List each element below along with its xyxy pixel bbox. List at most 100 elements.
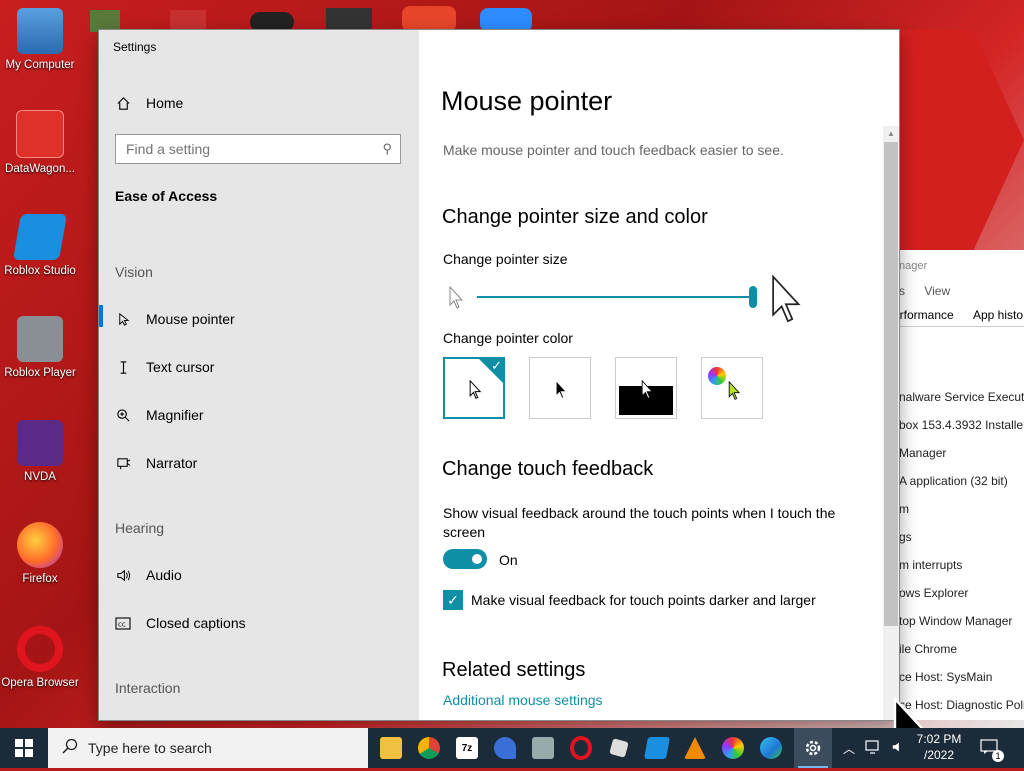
nav-magnifier[interactable]: Magnifier (115, 399, 204, 431)
tab-performance[interactable]: erformance (893, 308, 954, 322)
taskbar-app[interactable] (714, 728, 752, 768)
desktop-icon-label: DataWagon... (5, 163, 75, 175)
taskbar-app[interactable] (486, 728, 524, 768)
pointer-section-heading: Change pointer size and color (442, 206, 708, 228)
scrollbar-thumb[interactable] (884, 142, 898, 626)
start-button[interactable] (0, 728, 48, 768)
taskbar-clock[interactable]: 7:02 PM /2022 (908, 731, 970, 763)
taskbar-edge[interactable] (752, 728, 790, 768)
search-icon (62, 738, 78, 759)
speaker-icon (115, 567, 131, 583)
menu-item[interactable]: s (899, 284, 905, 298)
desktop-icon-my-computer[interactable]: My Computer (0, 8, 80, 72)
taskbar-opera[interactable] (562, 728, 600, 768)
desktop-icon-datawagon[interactable]: DataWagon... (0, 110, 80, 176)
task-manager-window[interactable]: nager s View erformance App histo nalwar… (888, 250, 1024, 720)
pointer-color-custom-option[interactable] (701, 357, 763, 419)
movie-icon[interactable] (326, 8, 372, 32)
app-icon (722, 737, 744, 759)
firefox-icon (17, 522, 63, 568)
taskbar-app[interactable] (524, 728, 562, 768)
additional-mouse-settings-link[interactable]: Additional mouse settings (443, 692, 603, 708)
scroll-up-arrow-icon[interactable]: ▲ (883, 126, 899, 142)
desktop-icon-label: Roblox Studio (4, 265, 76, 277)
nav-narrator-label: Narrator (146, 455, 198, 471)
winrar-icon[interactable] (170, 10, 206, 32)
toggle-state-label: On (499, 552, 518, 568)
magnifier-icon (115, 407, 131, 423)
computer-icon (17, 8, 63, 54)
nav-audio[interactable]: Audio (115, 559, 182, 591)
touch-feedback-toggle[interactable] (443, 549, 487, 569)
task-manager-menu: s View (899, 284, 966, 298)
desktop-icon-roblox-player[interactable]: Roblox Player (0, 316, 80, 380)
process-row[interactable]: nalware Service Executa (899, 390, 1024, 404)
process-row[interactable]: gs (899, 530, 912, 544)
nav-narrator[interactable]: Narrator (115, 447, 197, 479)
network-icon[interactable] (865, 739, 881, 757)
taskbar-vlc[interactable] (676, 728, 714, 768)
menu-item-view[interactable]: View (924, 284, 950, 298)
desktop-icon-nvda[interactable]: NVDA (0, 420, 80, 484)
pointer-color-inverted-option[interactable] (615, 357, 677, 419)
process-row[interactable]: A application (32 bit) (899, 474, 1008, 488)
system-tray: ︿ (838, 728, 910, 768)
white-pointer-icon (469, 379, 483, 403)
action-center-button[interactable]: 1 (980, 728, 1004, 768)
desktop-icon-roblox-studio[interactable]: Roblox Studio (0, 214, 80, 278)
roblox-studio-icon (12, 214, 68, 260)
pointer-size-slider-thumb[interactable] (749, 286, 757, 308)
desktop-icon-firefox[interactable]: Firefox (0, 522, 80, 586)
nav-home[interactable]: Home (115, 87, 183, 119)
nav-text-cursor[interactable]: Text cursor (115, 351, 214, 383)
process-row[interactable]: box 153.4.3932 Installer ( (899, 418, 1024, 432)
process-row[interactable]: ows Explorer (899, 586, 968, 600)
pointer-color-white-option[interactable]: ✓ (443, 357, 505, 419)
find-setting-search[interactable]: ⚲ (115, 134, 401, 164)
process-row[interactable]: ile Chrome (899, 642, 957, 656)
taskbar-roblox-studio[interactable] (638, 728, 676, 768)
taskbar-chrome[interactable] (410, 728, 448, 768)
text-cursor-icon (115, 359, 131, 375)
taskbar-settings[interactable] (794, 728, 832, 768)
touch-feedback-description: Show visual feedback around the touch po… (443, 505, 836, 540)
large-pointer-icon (771, 274, 805, 329)
app-icon (532, 737, 554, 759)
pointer-color-black-option[interactable] (529, 357, 591, 419)
process-row[interactable]: top Window Manager (899, 614, 1012, 628)
home-icon (115, 95, 131, 111)
darker-feedback-checkbox[interactable]: ✓ (443, 590, 463, 610)
app-icon[interactable] (90, 10, 120, 32)
notification-icon: 1 (980, 738, 1004, 762)
taskbar-roblox[interactable] (600, 728, 638, 768)
chevron-up-icon[interactable]: ︿ (843, 740, 855, 757)
color-wheel-icon (708, 367, 726, 385)
nav-mouse-pointer-label: Mouse pointer (146, 311, 235, 327)
category-label: Ease of Access (115, 188, 218, 204)
process-row[interactable]: m interrupts (899, 558, 962, 572)
datawagon-icon (16, 110, 64, 158)
notification-count-badge: 1 (992, 749, 1004, 762)
chrome-icon (418, 737, 440, 759)
nav-closed-captions[interactable]: cc Closed captions (115, 607, 246, 639)
desktop-icon-opera[interactable]: Opera Browser (0, 626, 80, 690)
volume-icon[interactable] (891, 740, 905, 757)
taskbar-search-box[interactable]: Type here to search (48, 728, 368, 768)
app-icon[interactable] (250, 12, 294, 32)
app-icon[interactable] (402, 6, 456, 32)
category-title: Ease of Access (115, 180, 217, 212)
taskbar-7zip[interactable]: 7z (448, 728, 486, 768)
nav-closed-captions-label: Closed captions (146, 615, 246, 631)
tab-app-history[interactable]: App histo (973, 308, 1023, 322)
taskbar-file-explorer[interactable] (372, 728, 410, 768)
mouse-pointer-icon (115, 311, 131, 327)
process-row[interactable]: Manager (899, 446, 946, 460)
vlc-icon (684, 737, 706, 759)
zoom-icon[interactable] (480, 8, 532, 32)
pointer-size-slider-track[interactable] (477, 296, 753, 298)
process-row[interactable]: ce Host: SysMain (899, 670, 992, 684)
search-input[interactable] (116, 135, 376, 163)
process-row[interactable]: m (899, 502, 909, 516)
nav-mouse-pointer[interactable]: Mouse pointer (115, 303, 235, 335)
custom-pointer-icon (728, 380, 742, 404)
